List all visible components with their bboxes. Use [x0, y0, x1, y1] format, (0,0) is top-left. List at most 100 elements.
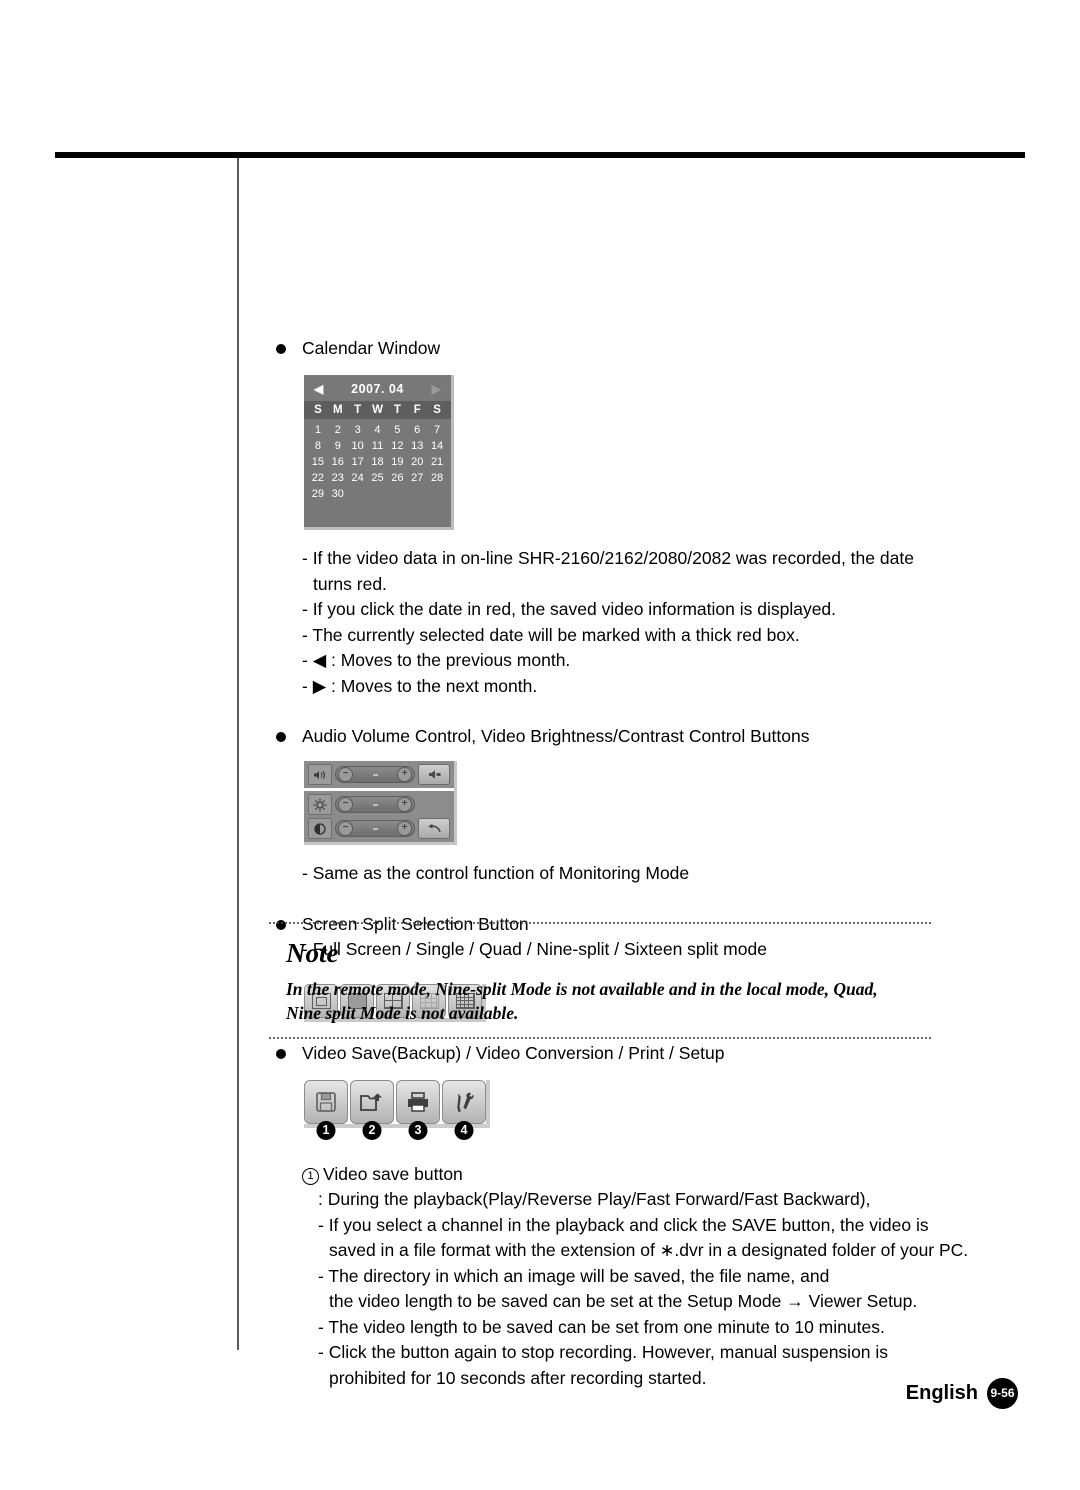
video-save-heading-label: Video Save(Backup) / Video Conversion / …	[302, 1043, 725, 1063]
video-save-detail-line: - Click the button again to stop recordi…	[318, 1342, 889, 1362]
floppy-disk-icon	[316, 1092, 336, 1112]
video-save-details: : During the playback(Play/Reverse Play/…	[318, 1187, 976, 1391]
volume-increase-button[interactable]: +	[397, 767, 412, 782]
calendar-day[interactable]: 27	[407, 471, 427, 485]
next-month-arrow-icon[interactable]: ▶	[432, 383, 441, 395]
open-folder-icon	[360, 1093, 382, 1111]
page-footer: English 9-56	[906, 1378, 1018, 1409]
contrast-decrease-button[interactable]: −	[338, 821, 353, 836]
button-number-badge: 3	[408, 1121, 428, 1140]
av-control-panel: − + − + − +	[304, 761, 457, 845]
calendar-dow: S	[433, 404, 441, 416]
calendar-day[interactable]: 23	[328, 471, 348, 485]
calendar-header: ◀ 2007. 04 ▶	[304, 375, 451, 401]
video-save-section: Video Save(Backup) / Video Conversion / …	[276, 1040, 976, 1391]
av-control-note-line: - Same as the control function of Monito…	[302, 863, 690, 883]
brightness-slider[interactable]: − +	[335, 796, 415, 813]
note-body: In the remote mode, Nine-split Mode is n…	[286, 977, 933, 1025]
volume-slider[interactable]: − +	[335, 766, 415, 783]
slider-tick	[372, 827, 378, 830]
calendar-note-line: turns red.	[313, 573, 387, 594]
av-control-section-heading: Audio Volume Control, Video Brightness/C…	[276, 723, 976, 749]
brightness-control-row: − +	[308, 794, 450, 815]
button-number-badge: 1	[316, 1121, 336, 1140]
calendar-day[interactable]: 28	[427, 471, 447, 485]
calendar-note-line: - ◀ : Moves to the previous month.	[302, 650, 571, 670]
previous-month-arrow-icon[interactable]: ◀	[314, 383, 323, 395]
calendar-day[interactable]: 5	[387, 423, 407, 437]
calendar-day[interactable]: 21	[427, 455, 447, 469]
calendar-day[interactable]: 24	[348, 471, 368, 485]
note-top-divider	[268, 922, 933, 924]
brightness-decrease-button[interactable]: −	[338, 797, 353, 812]
printer-icon	[408, 1092, 428, 1112]
video-save-item-heading: 1 Video save button	[302, 1162, 976, 1187]
calendar-day[interactable]: 6	[407, 423, 427, 437]
calendar-heading-label: Calendar Window	[302, 338, 441, 358]
av-control-heading-label: Audio Volume Control, Video Brightness/C…	[302, 726, 810, 746]
item-number-badge: 1	[302, 1168, 319, 1185]
video-save-detail-line: - The directory in which an image will b…	[318, 1265, 830, 1286]
setup-button[interactable]: 4	[442, 1080, 486, 1140]
video-save-button[interactable]: 1	[304, 1080, 348, 1140]
calendar-day[interactable]: 11	[368, 439, 388, 453]
calendar-day[interactable]: 15	[308, 455, 328, 469]
calendar-day[interactable]: 2	[328, 423, 348, 437]
brightness-increase-button[interactable]: +	[397, 797, 412, 812]
button-number-badge: 2	[362, 1121, 382, 1140]
calendar-day[interactable]: 26	[387, 471, 407, 485]
page-content: Calendar Window ◀ 2007. 04 ▶ S M T W T F…	[276, 335, 976, 1022]
bullet-icon	[276, 1049, 286, 1059]
calendar-day-headers: S M T W T F S	[304, 401, 451, 419]
video-save-toolbar: 1 2 3 4	[304, 1080, 490, 1140]
calendar-dow: T	[354, 404, 362, 416]
video-save-detail-line: the video length to be saved can be set …	[329, 1291, 918, 1311]
calendar-day[interactable]: 14	[427, 439, 447, 453]
contrast-icon	[308, 818, 332, 839]
slider-tick	[372, 803, 378, 806]
calendar-note-line: - If the video data in on-line SHR-2160/…	[302, 548, 914, 568]
calendar-day[interactable]: 29	[308, 487, 328, 501]
mute-button[interactable]	[418, 764, 450, 785]
calendar-day-grid: 1 2 3 4 5 6 7 8 9 10 11 12 13 14 15 16 1…	[304, 419, 451, 501]
calendar-day[interactable]: 25	[368, 471, 388, 485]
contrast-slider[interactable]: − +	[335, 820, 415, 837]
item-title-label: Video save button	[323, 1164, 463, 1184]
calendar-day[interactable]: 1	[308, 423, 328, 437]
calendar-day[interactable]: 17	[348, 455, 368, 469]
calendar-day[interactable]: 19	[387, 455, 407, 469]
video-conversion-button[interactable]: 2	[350, 1080, 394, 1140]
calendar-notes: - If the video data in on-line SHR-2160/…	[302, 546, 976, 699]
page-vertical-rule	[237, 158, 239, 1350]
print-button[interactable]: 3	[396, 1080, 440, 1140]
contrast-increase-button[interactable]: +	[397, 821, 412, 836]
calendar-day[interactable]: 8	[308, 439, 328, 453]
button-number-badge: 4	[454, 1121, 474, 1140]
calendar-day[interactable]: 4	[368, 423, 388, 437]
calendar-day[interactable]: 30	[328, 487, 348, 501]
av-control-note: - Same as the control function of Monito…	[302, 861, 976, 887]
calendar-day[interactable]: 9	[328, 439, 348, 453]
bullet-icon	[276, 732, 286, 742]
calendar-day[interactable]: 7	[427, 423, 447, 437]
reset-button[interactable]	[418, 818, 450, 839]
calendar-day[interactable]: 18	[368, 455, 388, 469]
calendar-day[interactable]: 10	[348, 439, 368, 453]
video-save-detail-line: saved in a file format with the extensio…	[329, 1240, 969, 1260]
calendar-day[interactable]: 20	[407, 455, 427, 469]
bullet-icon	[276, 344, 286, 354]
calendar-day[interactable]: 3	[348, 423, 368, 437]
note-bottom-divider	[268, 1037, 933, 1039]
video-save-detail-line: prohibited for 10 seconds after recordin…	[329, 1367, 707, 1388]
calendar-widget[interactable]: ◀ 2007. 04 ▶ S M T W T F S 1 2 3 4 5 6 7…	[304, 375, 454, 530]
calendar-note-line: - The currently selected date will be ma…	[302, 624, 800, 645]
calendar-section-heading: Calendar Window	[276, 335, 976, 361]
calendar-day[interactable]: 12	[387, 439, 407, 453]
volume-decrease-button[interactable]: −	[338, 767, 353, 782]
calendar-day[interactable]: 13	[407, 439, 427, 453]
video-save-section-heading: Video Save(Backup) / Video Conversion / …	[276, 1040, 976, 1066]
calendar-day[interactable]: 22	[308, 471, 328, 485]
calendar-day[interactable]: 16	[328, 455, 348, 469]
calendar-dow: S	[314, 404, 322, 416]
calendar-dow: F	[413, 404, 421, 416]
